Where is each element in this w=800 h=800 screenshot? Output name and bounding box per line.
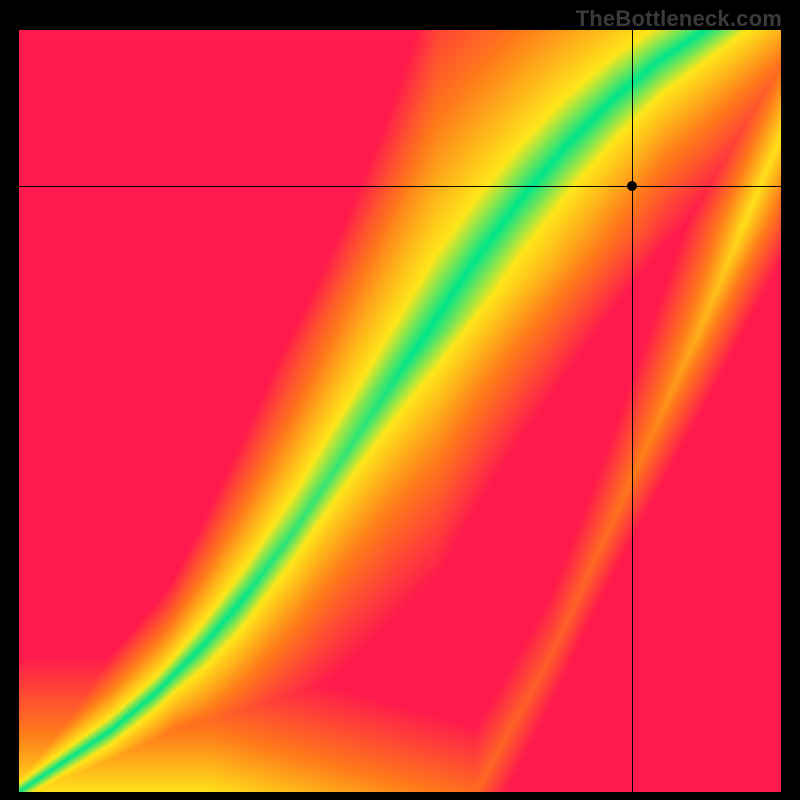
watermark-text: TheBottleneck.com xyxy=(576,6,782,32)
crosshair-dot xyxy=(627,181,637,191)
crosshair-horizontal xyxy=(19,186,781,188)
crosshair-vertical xyxy=(632,30,634,792)
heatmap-canvas xyxy=(19,30,781,792)
heatmap-plot xyxy=(19,30,781,792)
